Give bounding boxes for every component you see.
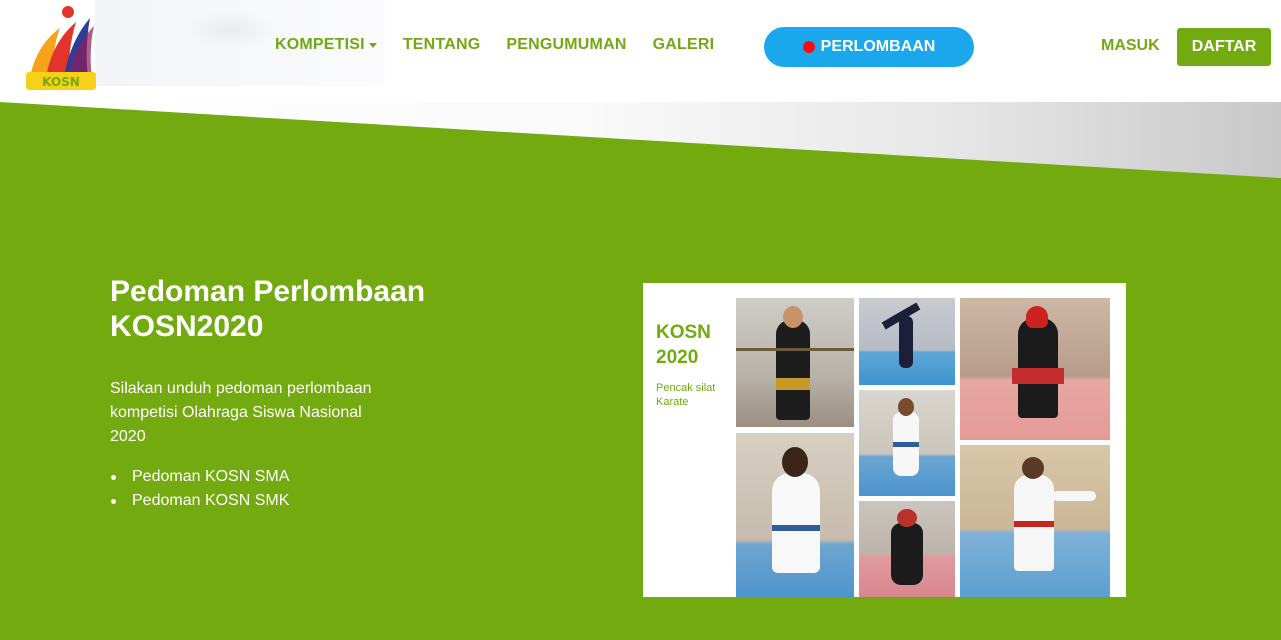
login-link[interactable]: MASUK <box>1101 37 1160 55</box>
photo-silat-crouch <box>859 501 955 597</box>
kosn-collage-image: KOSN 2020 Pencak silat Karate <box>643 283 1126 597</box>
collage-subtitle: Pencak silat Karate <box>656 382 716 408</box>
nav-tentang[interactable]: TENTANG <box>403 36 481 54</box>
chevron-down-icon <box>368 42 377 48</box>
hero-title-line1: Pedoman Perlombaan <box>110 275 426 308</box>
perlombaan-button[interactable]: PERLOMBAAN <box>764 27 974 67</box>
perlombaan-label: PERLOMBAAN <box>820 38 936 55</box>
hero-description: Silakan unduh pedoman perlombaan kompeti… <box>110 380 372 445</box>
photo-silat-kick <box>859 298 955 385</box>
nav-kompetisi[interactable]: KOMPETISI <box>275 36 377 54</box>
guideline-link-smk[interactable]: Pedoman KOSN SMK <box>110 489 289 513</box>
live-dot-icon <box>802 41 815 53</box>
photo-karate-stance <box>859 390 955 496</box>
photo-karate-male <box>960 445 1110 597</box>
photo-karate-female <box>736 433 854 597</box>
header-diagonal-shape <box>0 100 1281 178</box>
guideline-link-sma[interactable]: Pedoman KOSN SMA <box>110 465 289 489</box>
svg-text:KOSN: KOSN <box>42 75 80 89</box>
guideline-links: Pedoman KOSN SMA Pedoman KOSN SMK <box>110 465 289 513</box>
register-button[interactable]: DAFTAR <box>1177 28 1271 66</box>
kosn-logo[interactable]: KOSN <box>24 0 98 94</box>
site-header: KOSN KOMPETISI TENTANG PENGUMUMAN GALERI… <box>0 0 1281 102</box>
nav-pengumuman[interactable]: PENGUMUMAN <box>506 36 626 54</box>
nav-galeri[interactable]: GALERI <box>653 36 715 54</box>
main-nav: KOMPETISI TENTANG PENGUMUMAN GALERI <box>275 36 740 54</box>
photo-silat-female <box>960 298 1110 440</box>
photo-silat-staff <box>736 298 854 427</box>
collage-title: KOSN 2020 <box>656 322 711 368</box>
hero-title-line2: KOSN2020 <box>110 310 264 343</box>
hero-title: Pedoman Perlombaan KOSN2020 <box>110 274 510 344</box>
